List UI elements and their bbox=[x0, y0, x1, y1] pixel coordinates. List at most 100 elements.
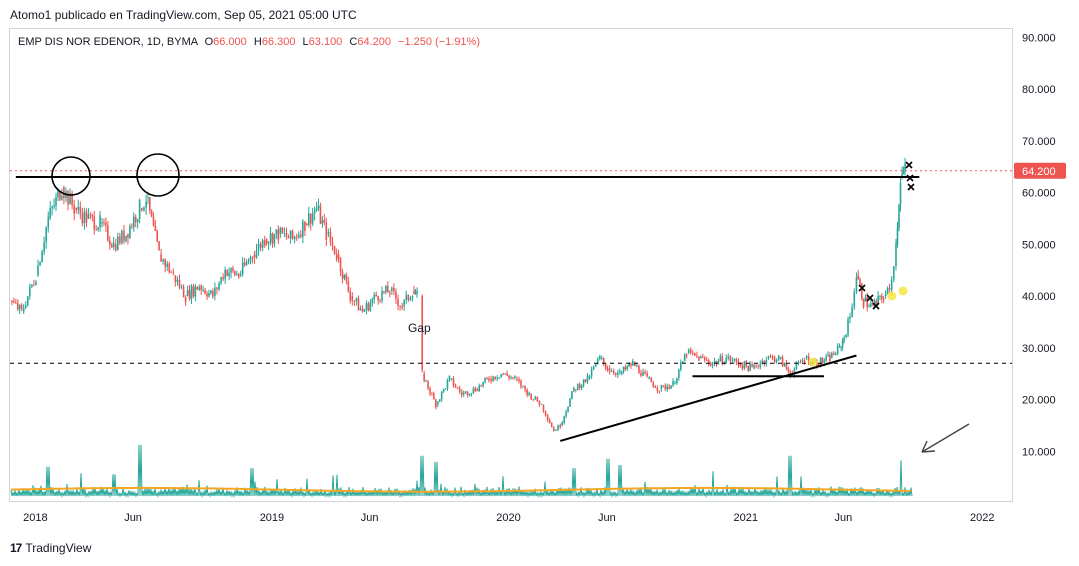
candle-body bbox=[251, 257, 254, 258]
price-chart[interactable]: Gap 90.000 80.000 70.000 60.000 50.000 40.000… bbox=[0, 0, 1079, 566]
candle-body bbox=[614, 373, 617, 375]
candle-body bbox=[779, 357, 782, 359]
candle-body bbox=[413, 290, 415, 295]
candle-body bbox=[632, 360, 634, 366]
candle-body bbox=[775, 359, 778, 362]
candle-body bbox=[367, 303, 370, 311]
candle-body bbox=[182, 286, 185, 298]
candle-body bbox=[204, 289, 206, 294]
candle-body bbox=[325, 222, 328, 241]
candle-body bbox=[347, 280, 350, 292]
candle-body bbox=[93, 216, 96, 230]
candle-body bbox=[121, 230, 123, 243]
y-tick-label: 90.000 bbox=[1022, 32, 1056, 44]
candle-body bbox=[371, 299, 374, 303]
candle-body bbox=[26, 296, 29, 306]
candle-body bbox=[174, 275, 177, 282]
candle-body bbox=[727, 356, 730, 359]
sell-signal-mark bbox=[906, 174, 914, 182]
tradingview-logo-icon: 17 bbox=[10, 541, 22, 555]
candle-body bbox=[773, 356, 776, 362]
candle-body bbox=[563, 416, 565, 423]
yellow-signal-mark bbox=[808, 357, 818, 367]
candle-body bbox=[490, 378, 492, 381]
candle-body bbox=[841, 340, 844, 348]
candle-body bbox=[522, 385, 524, 387]
candle-body bbox=[711, 363, 714, 366]
candle-body bbox=[864, 297, 867, 302]
candle-body bbox=[670, 385, 672, 389]
candle-body bbox=[799, 361, 802, 363]
candle-body bbox=[456, 387, 459, 389]
tradingview-logo[interactable]: 17 TradingView bbox=[10, 541, 91, 555]
candle-body bbox=[150, 210, 153, 217]
x-tick-label: 2022 bbox=[970, 512, 994, 524]
candle-body bbox=[321, 220, 324, 224]
candle-body bbox=[488, 378, 490, 381]
candle-body bbox=[134, 216, 137, 223]
candle-body bbox=[672, 381, 674, 386]
gap-label: Gap bbox=[408, 321, 431, 335]
candle-body bbox=[353, 300, 356, 302]
candle-body bbox=[339, 258, 342, 272]
candle-body bbox=[291, 230, 294, 239]
yellow-signal-mark bbox=[898, 286, 908, 296]
candle-body bbox=[520, 381, 522, 387]
candle-body bbox=[383, 291, 385, 293]
candle-body bbox=[576, 384, 579, 390]
candle-body bbox=[516, 378, 518, 380]
candle-body bbox=[571, 391, 573, 399]
candle-body bbox=[855, 277, 858, 292]
candle-body bbox=[578, 384, 581, 389]
candle-body bbox=[747, 366, 750, 371]
candle-body bbox=[297, 234, 300, 238]
candle-body bbox=[409, 298, 412, 300]
candle-body bbox=[683, 354, 686, 362]
candle-body bbox=[588, 376, 591, 379]
candle-body bbox=[112, 242, 115, 248]
candle-body bbox=[893, 266, 895, 280]
candle-body bbox=[532, 399, 535, 401]
candle-body bbox=[472, 388, 475, 394]
last-price-label: 64.200 bbox=[1022, 166, 1056, 178]
candle-body bbox=[787, 368, 790, 372]
sell-signal-mark bbox=[905, 161, 913, 169]
candle-body bbox=[83, 211, 86, 224]
candle-body bbox=[743, 361, 746, 369]
candle-body bbox=[162, 259, 164, 262]
candle-body bbox=[184, 297, 187, 302]
candle-body bbox=[860, 283, 863, 300]
candle-body bbox=[341, 271, 344, 279]
candle-body bbox=[500, 374, 503, 378]
candle-body bbox=[845, 335, 847, 338]
candle-body bbox=[39, 262, 41, 266]
candle-body bbox=[502, 373, 505, 375]
candle-body bbox=[528, 392, 530, 396]
candle-body bbox=[662, 385, 665, 387]
candle-body bbox=[140, 208, 143, 211]
candle-body bbox=[369, 302, 372, 311]
candle-body bbox=[834, 353, 837, 355]
candle-body bbox=[255, 250, 258, 258]
y-tick-label: 80.000 bbox=[1022, 84, 1056, 96]
candle-body bbox=[228, 272, 230, 276]
candle-body bbox=[674, 383, 676, 384]
candle-body bbox=[648, 377, 650, 379]
candle-body bbox=[548, 419, 551, 423]
candle-body bbox=[37, 265, 39, 276]
candle-body bbox=[630, 363, 632, 366]
candle-body bbox=[143, 207, 145, 211]
candle-body bbox=[524, 385, 526, 390]
candle-body bbox=[311, 213, 314, 224]
candle-body bbox=[440, 391, 443, 400]
x-tick-label: Jun bbox=[124, 512, 142, 524]
candle-body bbox=[47, 216, 50, 228]
candle-body bbox=[755, 365, 757, 367]
candle-body bbox=[565, 411, 567, 417]
candle-body bbox=[715, 361, 718, 365]
candle-body bbox=[125, 235, 127, 242]
candle-body bbox=[200, 285, 202, 291]
candle-body bbox=[176, 279, 179, 282]
candle-body bbox=[741, 365, 744, 369]
candle-body bbox=[862, 299, 865, 307]
